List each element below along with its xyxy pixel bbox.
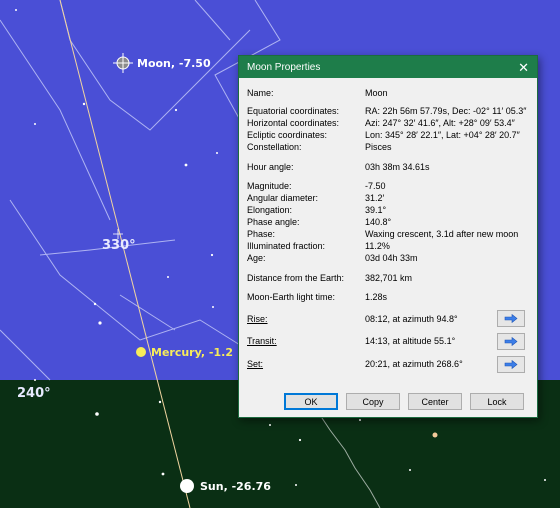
- constellation-label: Constellation:: [247, 142, 302, 152]
- sun-marker[interactable]: [180, 479, 194, 493]
- transit-value: 14:13, at altitude 55.1°: [365, 336, 456, 346]
- set-goto-button[interactable]: [497, 356, 525, 373]
- name-row: Name: Moon: [247, 88, 533, 100]
- age-row: Age: 03d 04h 33m: [247, 253, 533, 265]
- transit-label: Transit:: [247, 336, 277, 346]
- moon-properties-dialog: Moon Properties ✕ Name: Moon Equatorial …: [238, 55, 538, 418]
- name-label: Name:: [247, 88, 274, 98]
- hour-angle-label: Hour angle:: [247, 162, 294, 172]
- angular-value: 31.2′: [365, 193, 385, 203]
- ecliptic-label: Ecliptic coordinates:: [247, 130, 328, 140]
- distance-label: Distance from the Earth:: [247, 273, 345, 283]
- illuminated-value: 11.2%: [365, 241, 390, 251]
- phase-label: Phase:: [247, 229, 276, 239]
- horizontal-label: Horizontal coordinates:: [247, 118, 340, 128]
- angular-row: Angular diameter: 31.2′: [247, 193, 533, 205]
- illuminated-label: Illuminated fraction:: [247, 241, 326, 251]
- sun-label: Sun, -26.76: [200, 480, 271, 493]
- light-time-row: Moon-Earth light time: 1.28s: [247, 292, 533, 304]
- angular-label: Angular diameter:: [247, 193, 319, 203]
- hour-angle-value: 03h 38m 34.61s: [365, 162, 430, 172]
- phase-angle-value: 140.8°: [365, 217, 392, 227]
- phase-angle-label: Phase angle:: [247, 217, 300, 227]
- magnitude-value: -7.50: [365, 181, 386, 191]
- transit-goto-button[interactable]: [497, 333, 525, 350]
- rise-value: 08:12, at azimuth 94.8°: [365, 314, 458, 324]
- set-value: 20:21, at azimuth 268.6°: [365, 359, 463, 369]
- magnitude-row: Magnitude: -7.50: [247, 181, 533, 193]
- dialog-title: Moon Properties: [247, 61, 321, 73]
- phase-value: Waxing crescent, 3.1d after new moon: [365, 229, 519, 239]
- constellation-row: Constellation: Pisces: [247, 142, 533, 154]
- arrow-right-icon: [504, 314, 518, 323]
- ecliptic-row: Ecliptic coordinates: Lon: 345° 28′ 22.1…: [247, 130, 533, 142]
- copy-button[interactable]: Copy: [346, 393, 400, 410]
- ok-button[interactable]: OK: [284, 393, 338, 410]
- illuminated-row: Illuminated fraction: 11.2%: [247, 241, 533, 253]
- arrow-right-icon: [504, 360, 518, 369]
- horizontal-value: Azi: 247° 32′ 41.6″, Alt: +28° 09′ 53.4″: [365, 118, 515, 128]
- elongation-label: Elongation:: [247, 205, 293, 215]
- arrow-right-icon: [504, 337, 518, 346]
- rise-label: Rise:: [247, 314, 268, 324]
- equatorial-row: Equatorial coordinates: RA: 22h 56m 57.7…: [247, 106, 533, 118]
- close-icon[interactable]: ✕: [518, 61, 529, 74]
- phase-angle-row: Phase angle: 140.8°: [247, 217, 533, 229]
- age-value: 03d 04h 33m: [365, 253, 418, 263]
- lock-button[interactable]: Lock: [470, 393, 524, 410]
- light-time-label: Moon-Earth light time:: [247, 292, 336, 302]
- name-value: Moon: [365, 88, 388, 98]
- magnitude-label: Magnitude:: [247, 181, 292, 191]
- distance-row: Distance from the Earth: 382,701 km: [247, 273, 533, 285]
- age-label: Age:: [247, 253, 266, 263]
- horizontal-row: Horizontal coordinates: Azi: 247° 32′ 41…: [247, 118, 533, 130]
- azimuth-240-label: 240°: [17, 386, 51, 401]
- star-orange: [432, 432, 438, 438]
- distance-value: 382,701 km: [365, 273, 413, 283]
- rise-goto-button[interactable]: [497, 310, 525, 327]
- set-row: Set: 20:21, at azimuth 268.6°: [247, 359, 533, 371]
- ecliptic-value: Lon: 345° 28′ 22.1″, Lat: +04° 28′ 20.7″: [365, 130, 520, 140]
- hour-angle-row: Hour angle: 03h 38m 34.61s: [247, 162, 533, 174]
- constellation-value: Pisces: [365, 142, 392, 152]
- dialog-titlebar[interactable]: Moon Properties ✕: [239, 56, 537, 78]
- moon-label: Moon, -7.50: [137, 57, 211, 70]
- rise-row: Rise: 08:12, at azimuth 94.8°: [247, 314, 533, 326]
- set-label: Set:: [247, 359, 264, 369]
- azimuth-330-label: 330°: [102, 238, 136, 253]
- elongation-row: Elongation: 39.1°: [247, 205, 533, 217]
- transit-row: Transit: 14:13, at altitude 55.1°: [247, 336, 533, 348]
- equatorial-label: Equatorial coordinates:: [247, 106, 340, 116]
- mercury-marker[interactable]: [136, 347, 146, 357]
- phase-row: Phase: Waxing crescent, 3.1d after new m…: [247, 229, 533, 241]
- equatorial-value: RA: 22h 56m 57.79s, Dec: -02° 11′ 05.3″: [365, 106, 527, 116]
- center-button[interactable]: Center: [408, 393, 462, 410]
- elongation-value: 39.1°: [365, 205, 387, 215]
- mercury-label: Mercury, -1.2: [151, 346, 233, 359]
- light-time-value: 1.28s: [365, 292, 388, 302]
